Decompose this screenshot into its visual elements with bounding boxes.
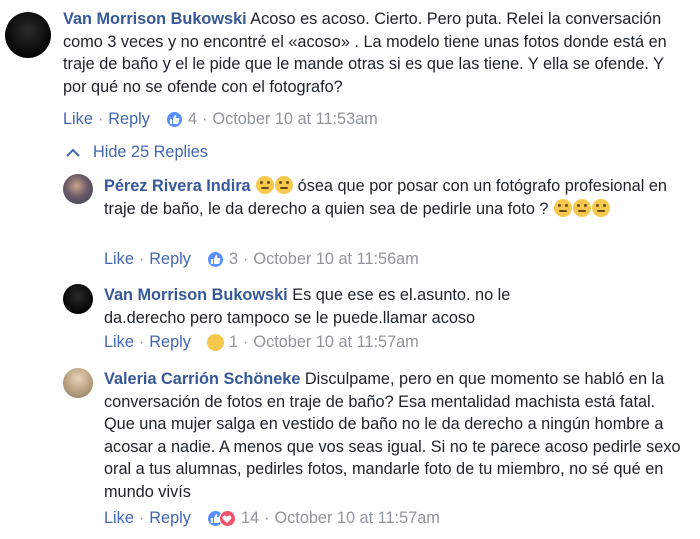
reply-author[interactable]: Valeria Carrión Schöneke [104, 370, 300, 388]
separator: · [243, 333, 249, 351]
reactions[interactable]: 1 [206, 333, 238, 352]
thinking-emoji-icon [275, 176, 294, 194]
reply-button[interactable]: Reply [149, 509, 191, 528]
reply-author[interactable]: Van Morrison Bukowski [104, 286, 288, 304]
thinking-emoji-icon [572, 198, 591, 217]
hide-replies-button[interactable]: Hide 25 Replies [66, 143, 208, 162]
separator: · [138, 333, 145, 351]
reply-body: Pérez Rivera Indira ósea que por posar c… [104, 175, 684, 220]
reaction-count: 1 [228, 333, 238, 351]
avatar[interactable] [63, 174, 93, 204]
reactions[interactable]: 14 [206, 509, 260, 528]
like-reaction-icon [165, 111, 183, 129]
reply-body: Valeria Carrión Schöneke Disculpame, per… [104, 368, 684, 504]
comment-author[interactable]: Van Morrison Bukowski [63, 10, 247, 28]
timestamp[interactable]: October 10 at 11:57am [253, 333, 418, 352]
timestamp[interactable]: October 10 at 11:56am [253, 250, 418, 269]
love-reaction-icon [218, 510, 236, 528]
reactions[interactable]: 4 [165, 110, 197, 129]
reply-button[interactable]: Reply [149, 333, 191, 352]
reply-actions: Like · Reply 14 · October 10 at 11:57am [104, 509, 440, 528]
timestamp[interactable]: October 10 at 11:57am [274, 509, 439, 528]
hide-replies-label: Hide 25 Replies [93, 143, 208, 161]
comment-actions: Like · Reply 4 · October 10 at 11:53am [63, 110, 378, 129]
separator: · [243, 250, 249, 268]
reply-actions: Like · Reply 1 · October 10 at 11:57am [104, 333, 419, 352]
avatar[interactable] [5, 12, 51, 58]
reply-button[interactable]: Reply [108, 110, 150, 129]
reply-actions: Like · Reply 3 · October 10 at 11:56am [104, 250, 419, 269]
separator: · [202, 110, 208, 128]
like-button[interactable]: Like [104, 333, 134, 352]
separator: · [264, 509, 270, 527]
thinking-emoji-icon [553, 198, 572, 217]
separator: · [138, 509, 145, 527]
sad-reaction-icon [206, 334, 224, 352]
reactions[interactable]: 3 [206, 250, 238, 269]
reply-body: Van Morrison Bukowski Es que ese es el.a… [104, 284, 544, 329]
like-button[interactable]: Like [63, 110, 93, 129]
thinking-emoji-icon [256, 176, 275, 194]
separator: · [97, 110, 104, 128]
comment-body: Van Morrison Bukowski Acoso es acoso. Ci… [63, 8, 683, 98]
like-reaction-icon [206, 251, 224, 269]
like-button[interactable]: Like [104, 250, 134, 269]
reply-text: Disculpame, pero en que momento se habló… [104, 370, 681, 501]
reaction-count: 4 [187, 110, 197, 128]
timestamp[interactable]: October 10 at 11:53am [212, 110, 377, 129]
separator: · [138, 250, 145, 268]
chevron-up-icon [66, 148, 80, 157]
reply-button[interactable]: Reply [149, 250, 191, 269]
reply-author[interactable]: Pérez Rivera Indira [104, 177, 251, 195]
thinking-emoji-icon [591, 198, 610, 217]
avatar[interactable] [63, 284, 93, 314]
reaction-count: 14 [240, 509, 260, 527]
reaction-count: 3 [228, 250, 238, 268]
like-button[interactable]: Like [104, 509, 134, 528]
avatar[interactable] [63, 368, 93, 398]
